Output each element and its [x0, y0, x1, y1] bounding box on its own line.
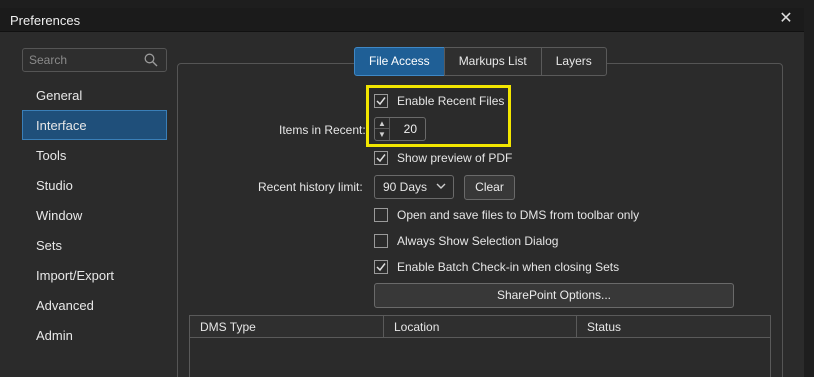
column-header-status[interactable]: Status — [577, 316, 770, 338]
recent-history-value: 90 Days — [383, 180, 428, 194]
search-box[interactable] — [22, 48, 167, 72]
sidebar: General Interface Tools Studio Window Se… — [22, 80, 167, 350]
sidebar-item-general[interactable]: General — [22, 80, 167, 110]
sidebar-item-interface[interactable]: Interface — [22, 110, 167, 140]
column-header-location[interactable]: Location — [384, 316, 577, 338]
sidebar-item-import-export[interactable]: Import/Export — [22, 260, 167, 290]
close-icon[interactable]: ✕ — [778, 11, 794, 27]
tab-layers[interactable]: Layers — [540, 47, 607, 76]
clear-button[interactable]: Clear — [464, 175, 515, 200]
always-show-selection-checkbox[interactable] — [374, 234, 388, 248]
checkmark-icon — [376, 263, 386, 272]
open-save-dms-label: Open and save files to DMS from toolbar … — [397, 208, 640, 222]
column-header-dms-type[interactable]: DMS Type — [190, 316, 384, 338]
open-save-dms-checkbox[interactable] — [374, 208, 388, 222]
checkmark-icon — [376, 154, 386, 163]
sidebar-item-window[interactable]: Window — [22, 200, 167, 230]
sidebar-item-sets[interactable]: Sets — [22, 230, 167, 260]
recent-history-label: Recent history limit: — [258, 180, 363, 194]
window-title: Preferences — [10, 13, 81, 28]
tab-markups-list[interactable]: Markups List — [443, 47, 542, 76]
items-in-recent-label: Items in Recent: — [279, 123, 366, 137]
tab-bar: File Access Markups List Layers — [354, 47, 607, 76]
sidebar-item-admin[interactable]: Admin — [22, 320, 167, 350]
show-preview-label: Show preview of PDF — [397, 151, 513, 165]
sidebar-item-studio[interactable]: Studio — [22, 170, 167, 200]
show-preview-checkbox[interactable] — [374, 151, 388, 165]
table-header: DMS Type Location Status — [190, 316, 770, 338]
recent-history-dropdown[interactable]: 90 Days — [374, 175, 454, 199]
search-input[interactable] — [29, 52, 139, 68]
yellow-highlight-box — [366, 85, 511, 147]
enable-batch-checkin-checkbox[interactable] — [374, 260, 388, 274]
tab-file-access[interactable]: File Access — [354, 47, 445, 76]
dms-table: DMS Type Location Status — [189, 315, 771, 377]
always-show-selection-label: Always Show Selection Dialog — [397, 234, 559, 248]
sharepoint-options-button[interactable]: SharePoint Options... — [374, 283, 734, 308]
sidebar-item-advanced[interactable]: Advanced — [22, 290, 167, 320]
chevron-down-icon — [436, 183, 446, 189]
enable-batch-checkin-label: Enable Batch Check-in when closing Sets — [397, 260, 620, 274]
title-bar: Preferences ✕ — [0, 8, 804, 32]
sidebar-item-tools[interactable]: Tools — [22, 140, 167, 170]
search-icon — [144, 53, 158, 67]
